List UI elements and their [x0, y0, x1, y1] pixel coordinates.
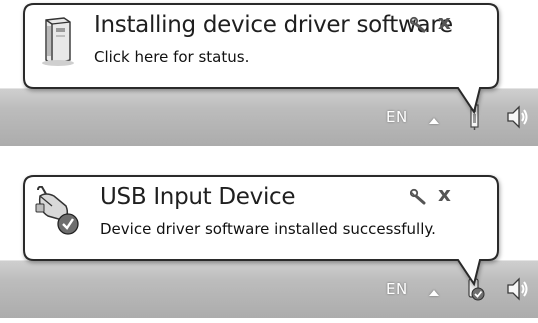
notification-balloon[interactable]: USB Input Device Device driver software … [22, 174, 500, 287]
speaker-icon[interactable] [505, 103, 529, 131]
device-installer-icon [42, 17, 74, 66]
close-icon[interactable]: x [438, 10, 451, 34]
notification-balloon[interactable]: Installing device driver software Click … [22, 2, 500, 115]
notification-scene-installed: EN USB Input Device Device driver softwa… [0, 172, 538, 322]
wrench-icon[interactable] [410, 188, 428, 206]
notification-scene-installing: EN Installing device driver software Cli… [0, 0, 538, 150]
notification-title: Installing device driver software [94, 12, 453, 38]
notification-body[interactable]: Click here for status. [94, 48, 249, 66]
close-icon[interactable]: x [438, 182, 451, 206]
wrench-icon[interactable] [410, 16, 428, 34]
notification-body[interactable]: Device driver software installed success… [100, 220, 436, 238]
notification-title: USB Input Device [100, 184, 296, 210]
usb-mouse-device-icon [35, 186, 79, 235]
speaker-icon[interactable] [505, 275, 529, 303]
